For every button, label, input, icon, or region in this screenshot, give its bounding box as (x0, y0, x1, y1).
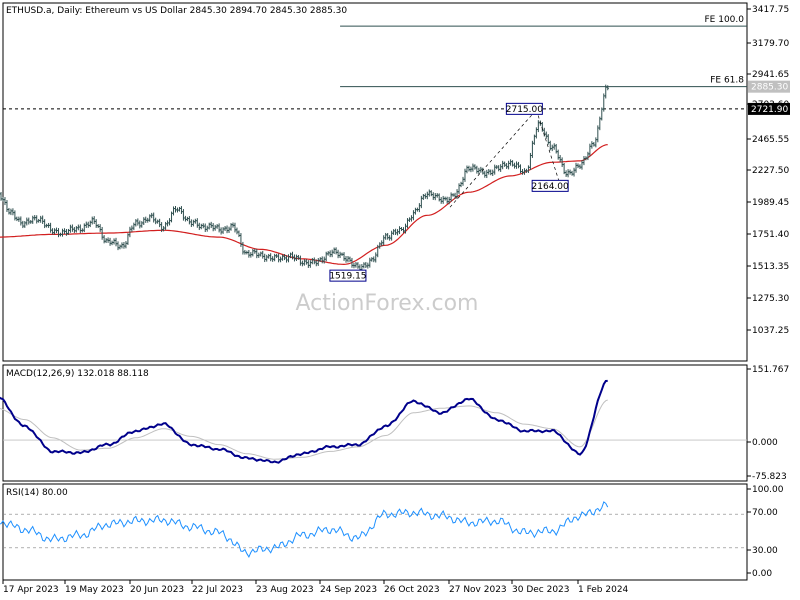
time-axis-label: 26 Oct 2023 (384, 585, 440, 595)
time-axis-label: 20 Jun 2023 (130, 585, 184, 595)
time-axis-label: 24 Sep 2023 (320, 585, 377, 595)
macd-panel-frame (2, 364, 748, 482)
time-axis-label: 23 Aug 2023 (256, 585, 314, 595)
chart-header: ETHUSD.a, Daily: Ethereum vs US Dollar 2… (6, 6, 347, 16)
swing-label: 2715.00 (506, 105, 543, 115)
macd-title: MACD(12,26,9) 132.018 88.118 (6, 369, 149, 379)
time-axis-label: 22 Jul 2023 (192, 585, 243, 595)
macd-axis-label: 0.000 (752, 438, 778, 448)
fib-level-label: FE 61.8 (710, 76, 744, 86)
time-axis: 17 Apr 2023 19 May 2023 20 Jun 2023 22 Jul … (2, 580, 629, 595)
macd-axis: 151.767 0.000 -75.823 (747, 365, 789, 482)
rsi-title: RSI(14) 80.00 (6, 488, 68, 498)
time-axis-label: 27 Nov 2023 (449, 585, 507, 595)
time-axis-label: 19 May 2023 (65, 585, 124, 595)
price-axis-label: 3417.75 (752, 5, 789, 15)
price-axis-label: 2465.55 (752, 135, 789, 145)
fib-level-label: FE 100.0 (705, 15, 745, 25)
price-axis-label: 3179.70 (752, 39, 789, 49)
time-axis-label: 1 Feb 2024 (578, 585, 629, 595)
price-panel: ActionForex.com FE 100.0 FE 61.8 2715.00 2… (0, 2, 748, 362)
price-tag-label: 2721.90 (751, 105, 788, 115)
swing-label: 2164.00 (532, 182, 569, 192)
price-axis-label: 2941.65 (752, 70, 789, 80)
rsi-panel-frame (2, 483, 748, 581)
macd-axis-label: -75.823 (752, 472, 787, 482)
time-axis-label: 30 Dec 2023 (512, 585, 570, 595)
rsi-axis-label: 70.00 (752, 508, 778, 518)
swing-label: 1519.15 (329, 272, 366, 282)
watermark: ActionForex.com (296, 291, 479, 316)
rsi-axis-label: 100.00 (752, 485, 784, 495)
price-axis-label: 1751.40 (752, 230, 789, 240)
price-axis-label: 2227.50 (752, 166, 789, 176)
price-tag-label: 2885.30 (751, 83, 788, 93)
chart-canvas: ActionForex.com FE 100.0 FE 61.8 2715.00 2… (0, 2, 790, 595)
time-axis-label: 17 Apr 2023 (3, 585, 59, 595)
price-axis: 3417.753179.702941.652703.602465.552227.… (747, 5, 790, 336)
macd-panel: MACD(12,26,9) 132.018 88.118 (0, 364, 748, 482)
rsi-axis: 100.00 70.00 30.00 0.00 (747, 485, 784, 579)
price-axis-label: 1513.35 (752, 262, 789, 272)
rsi-panel: RSI(14) 80.00 (0, 483, 748, 581)
rsi-axis-label: 0.00 (752, 569, 772, 579)
price-axis-label: 1275.30 (752, 294, 789, 304)
rsi-axis-label: 30.00 (752, 546, 778, 556)
price-axis-label: 1989.45 (752, 198, 789, 208)
macd-axis-label: 151.767 (752, 365, 789, 375)
price-axis-label: 1037.25 (752, 326, 789, 336)
